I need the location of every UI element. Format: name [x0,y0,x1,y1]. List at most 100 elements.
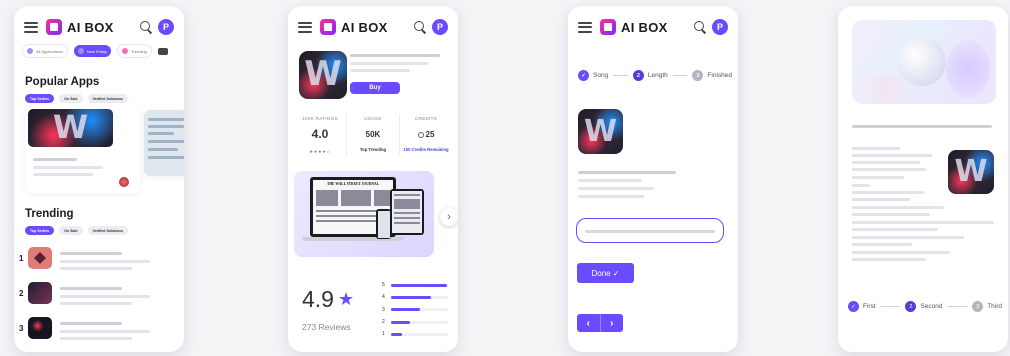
trending-rank: 3 [19,323,24,333]
rating-bar-row: 2 [382,316,448,328]
rating-bar-track [391,320,448,324]
progress-stepper: ✓ First 2 Second 3 Third [848,301,1002,312]
pill-verified-solutions[interactable]: Verified Solutions [87,226,128,235]
step-second[interactable]: 2 Second [905,301,942,312]
app-thumbnail [28,282,52,304]
step-first[interactable]: ✓ First [848,301,876,312]
step-length[interactable]: 2 Length [632,70,668,81]
star-icon: ★ [337,289,355,309]
step-connector [672,75,688,76]
step-number: 2 [905,301,917,312]
step-finished[interactable]: 3 Finished [692,70,732,81]
tablet-mockup [390,189,424,235]
rating-bar-track [391,308,448,312]
rating-bar-fill [391,295,431,299]
article-text-line [852,228,938,231]
fire-icon [122,48,129,54]
ai-box-logo-icon [320,19,336,35]
article-title-line [852,125,992,128]
search-icon[interactable] [414,21,426,33]
phone-mockup [376,209,391,239]
trending-filter-pills: Top Sellers On Sale Verified Solutions [25,226,128,235]
chevron-left-icon[interactable]: ‹ [577,314,600,332]
article-text-line [852,191,924,194]
stat-credits: CREDITS 25 100 Credits Remaining [399,114,452,155]
app-artwork [28,109,113,147]
done-button[interactable]: Done ✓ [577,263,634,283]
user-avatar[interactable]: P [158,19,174,35]
rating-bar-row: 1 [382,328,448,340]
article-text-line [852,243,912,246]
article-text-line [852,251,950,254]
app-text-line [350,62,428,65]
chevron-right-icon[interactable]: › [599,314,624,332]
rating-bar-label: 4 [382,294,385,301]
pill-verified-solutions[interactable]: Verified Solutions [87,94,128,103]
pill-top-sellers[interactable]: Top Sellers [25,94,55,103]
popular-filter-pills: Top Sellers On Sale Verified Solutions [25,94,128,103]
pill-top-sellers[interactable]: Top Sellers [25,226,55,235]
rating-bar-fill [391,308,420,312]
rating-bar-fill [391,283,447,287]
publisher-avatar [119,177,129,187]
step-third[interactable]: 3 Third [972,301,1002,312]
article-text-line [852,198,910,201]
ai-box-logo-icon [600,19,616,35]
text-input-field[interactable] [576,218,724,243]
hamburger-menu-icon[interactable] [24,21,38,33]
newspaper-masthead: THE WALL STREET JOURNAL [326,182,380,186]
brand-name: AI BOX [341,19,388,35]
pill-on-sale[interactable]: On Sale [59,94,83,103]
description-line [578,171,676,174]
app-detail-screen: AI BOX P Buy 100K RATINGS 4.0 ★★★★☆ USAG… [288,6,458,352]
article-text-line [852,206,944,209]
user-avatar[interactable]: P [432,19,448,35]
item-text-line [60,287,122,290]
trending-rank: 2 [19,288,24,298]
search-icon[interactable] [140,21,152,33]
stat-ratings: 100K RATINGS 4.0 ★★★★☆ [294,114,346,155]
rating-bar-row: 4 [382,291,448,303]
hamburger-menu-icon[interactable] [298,21,312,33]
review-count: 273 Reviews [302,322,351,332]
article-text-line [852,184,870,187]
step-song[interactable]: ✓ Song [578,70,608,81]
article-text-line [852,147,900,150]
screenshot-carousel[interactable]: THE WALL STREET JOURNAL [294,171,434,257]
article-text-line [852,236,964,239]
card-text-line [33,158,77,161]
description-line [578,187,654,190]
app-stats: 100K RATINGS 4.0 ★★★★☆ USAGE 50K Top Tre… [294,114,452,155]
rating-bar-label: 5 [382,282,385,289]
step-connector [613,75,628,76]
pill-on-sale[interactable]: On Sale [59,226,83,235]
check-icon: ✓ [578,70,589,81]
buy-button[interactable]: Buy [350,82,400,94]
carousel-next-button[interactable]: › [440,208,458,226]
category-new-friday[interactable]: New Friday [73,45,112,57]
step-number: 3 [972,301,984,312]
trending-item[interactable]: 1 [19,247,52,269]
trending-item[interactable]: 2 [19,282,52,304]
app-title-line [350,54,440,57]
rating-bar-label: 2 [382,319,385,326]
app-icon-large [299,51,347,99]
ai-box-logo-icon [46,19,62,35]
category-all-applications[interactable]: All Applications [22,44,68,58]
description-line [578,179,642,182]
chevron-right-icon: › [447,211,451,223]
card-text-line [33,173,93,176]
step-number: 3 [692,70,704,81]
category-trending[interactable]: Trending [117,44,152,58]
user-avatar[interactable]: P [712,19,728,35]
truck-icon[interactable] [157,47,168,55]
item-text-line [60,295,150,298]
article-text-line [852,168,926,171]
search-icon[interactable] [694,21,706,33]
popular-app-card-secondary[interactable] [144,110,184,176]
item-text-line [60,252,122,255]
hamburger-menu-icon[interactable] [578,21,592,33]
popular-app-card[interactable] [25,103,140,193]
item-text-line [60,260,150,263]
trending-item[interactable]: 3 [19,317,52,339]
